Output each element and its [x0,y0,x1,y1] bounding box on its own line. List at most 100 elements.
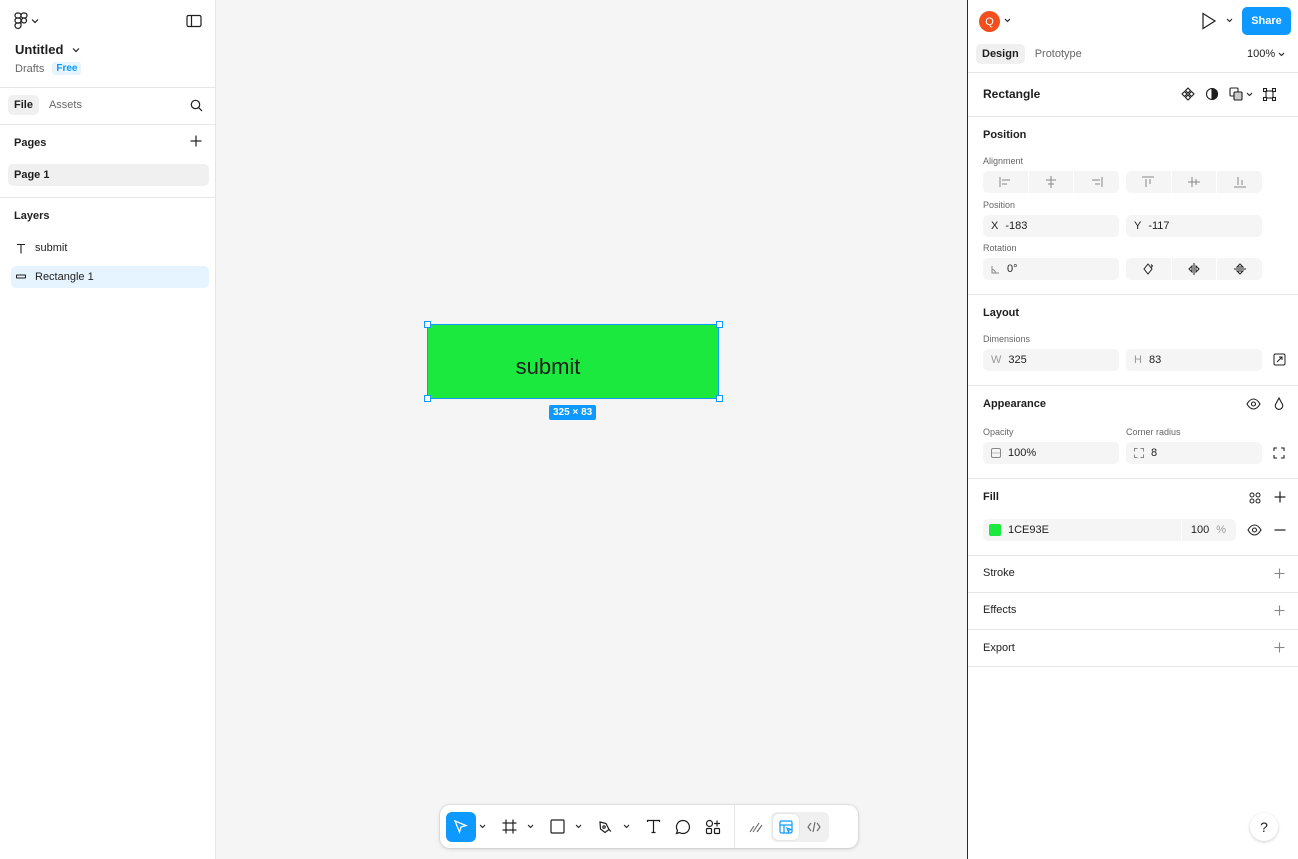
zoom-dropdown[interactable]: 100% [1247,48,1285,60]
dev-mode-button[interactable] [801,814,827,840]
chevron-down-icon[interactable] [1226,18,1233,23]
width-input[interactable]: W 325 [983,349,1119,371]
zoom-level: 100% [1247,48,1276,60]
export-header: Export [983,642,1015,654]
add-stroke-plus-icon[interactable] [1274,568,1285,579]
chevron-down-icon[interactable] [1004,18,1011,23]
divider [968,666,1298,667]
frame-icon [502,819,517,834]
widgets-icon [705,819,721,835]
resize-frame-icon[interactable] [1263,87,1276,101]
transform-group [1126,258,1262,280]
align-right-icon[interactable] [1074,171,1119,193]
resize-handle-bottom-right[interactable] [716,395,723,402]
pen-tool-button[interactable] [590,812,620,842]
height-input[interactable]: H 83 [1126,349,1262,371]
align-vertical-center-icon[interactable] [1172,171,1218,193]
pen-tool-chevron-icon[interactable] [620,812,632,842]
figma-logo-icon [14,12,28,30]
rectangle-element[interactable]: submit [427,324,719,399]
layer-item-rectangle-1[interactable]: Rectangle 1 [11,266,209,288]
corner-radius-label: Corner radius [1126,427,1181,437]
layout-header: Layout [983,307,1020,319]
share-button[interactable]: Share [1242,7,1291,35]
rectangle-layer-icon [16,274,26,280]
eye-icon[interactable] [1247,524,1262,536]
opacity-input[interactable]: 100% [983,442,1119,464]
y-value: -117 [1148,220,1170,232]
file-title-button[interactable]: Untitled [15,42,80,57]
design-mode-icon [779,819,793,834]
x-position-input[interactable]: X -183 [983,215,1119,237]
alignment-label: Alignment [983,156,1024,166]
y-position-input[interactable]: Y -117 [1126,215,1262,237]
styles-grid-icon[interactable] [1249,492,1261,504]
actions-tool-button[interactable] [698,812,728,842]
help-button[interactable]: ? [1250,813,1278,841]
fill-color-input[interactable]: 1CE93E 100 % [983,519,1236,541]
tab-prototype[interactable]: Prototype [1029,44,1088,64]
avatar[interactable]: Q [979,11,1000,32]
tab-assets[interactable]: Assets [43,95,88,115]
chevron-down-icon [1278,52,1285,57]
independent-corners-icon[interactable] [1273,447,1285,459]
frame-tool-button[interactable] [494,812,524,842]
boolean-icon[interactable] [1229,87,1253,101]
shape-tool-chevron-icon[interactable] [572,812,584,842]
text-tool-button[interactable] [638,812,668,842]
design-mode-button[interactable] [773,813,799,840]
remove-fill-minus-icon[interactable] [1274,529,1286,531]
blend-mode-drop-icon[interactable] [1274,397,1284,411]
mask-icon[interactable] [1205,87,1219,101]
rectangle-tool-button[interactable] [542,812,572,842]
page-item-page-1[interactable]: Page 1 [8,164,209,186]
file-location[interactable]: Drafts [15,63,44,75]
left-panel: Untitled Drafts Free File Assets Pages P… [0,0,216,859]
corner-radius-input[interactable]: 8 [1126,442,1262,464]
canvas[interactable]: submit 325 × 83 [217,0,967,859]
plan-badge[interactable]: Free [52,62,82,75]
code-icon [807,821,821,833]
resize-handle-bottom-left[interactable] [424,395,431,402]
add-effect-plus-icon[interactable] [1274,605,1285,616]
rotate-90-icon[interactable] [1126,258,1172,280]
comment-tool-button[interactable] [668,812,698,842]
percent-label: % [1216,524,1226,536]
layers-header: Layers [14,210,50,222]
component-icon[interactable] [1181,87,1195,101]
add-page-plus-icon[interactable] [190,135,202,147]
y-label: Y [1134,220,1142,232]
align-top-icon[interactable] [1126,171,1172,193]
flip-vertical-icon[interactable] [1217,258,1262,280]
tab-design[interactable]: Design [976,44,1025,64]
draw-mode-button[interactable] [741,812,771,842]
file-title: Untitled [15,42,64,57]
fill-swatch[interactable] [989,524,1001,536]
fill-opacity[interactable]: 100 [1191,524,1209,536]
move-tool-chevron-icon[interactable] [476,812,488,842]
move-tool-button[interactable] [446,811,476,842]
resize-handle-top-right[interactable] [716,321,723,328]
pages-header: Pages [14,137,47,149]
tab-file[interactable]: File [8,95,39,115]
align-bottom-icon[interactable] [1217,171,1262,193]
resize-handle-top-left[interactable] [424,321,431,328]
submit-text-element[interactable]: submit [516,354,581,380]
add-fill-plus-icon[interactable] [1274,491,1286,503]
search-icon[interactable] [190,99,203,112]
divider [0,124,216,125]
layer-item-submit[interactable]: submit [11,237,209,259]
rotation-input[interactable]: 0° [983,258,1119,280]
align-horizontal-center-icon[interactable] [1029,171,1075,193]
toolbar-divider [734,805,735,848]
eye-icon[interactable] [1246,398,1261,410]
add-export-plus-icon[interactable] [1274,642,1285,653]
right-tabs: Design Prototype [976,44,1088,64]
flip-horizontal-icon[interactable] [1172,258,1218,280]
frame-tool-chevron-icon[interactable] [524,812,536,842]
main-menu-button[interactable] [14,12,39,30]
present-play-icon[interactable] [1201,12,1217,30]
align-left-icon[interactable] [983,171,1029,193]
sidebar-toggle-icon[interactable] [186,14,202,28]
constrain-proportions-icon[interactable] [1273,353,1286,366]
